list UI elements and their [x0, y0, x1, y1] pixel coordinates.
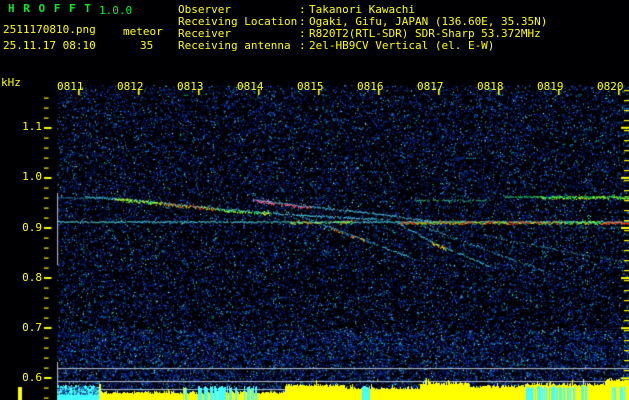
app-version: 1.0.0 [99, 4, 133, 17]
datetime-label: 25.11.17 08:10 [3, 39, 96, 52]
info-label: Receiving antenna [178, 39, 291, 52]
info-value: 2el-HB9CV Vertical (el. E-W) [309, 39, 495, 52]
x-axis-tick-label: 0816 [357, 80, 384, 93]
x-axis-tick-label: 0811 [57, 80, 84, 93]
mode-label: meteor [123, 25, 163, 38]
y-axis-unit-label: kHz [1, 76, 21, 89]
x-axis-tick-label: 0815 [297, 80, 324, 93]
output-filename: 2511170810.png [3, 23, 96, 36]
x-axis-tick-label: 0812 [117, 80, 144, 93]
x-axis-tick-label: 0814 [237, 80, 264, 93]
info-row-antenna: Receiving antenna:2el-HB9CV Vertical (el… [178, 40, 547, 52]
x-axis-tick-label: 0820 [597, 80, 624, 93]
meteor-count: 35 [140, 39, 154, 52]
app-title: H R O F F T [8, 2, 92, 15]
y-axis-tick-label: 0.9 [22, 220, 42, 234]
spectrogram-canvas [0, 0, 629, 400]
y-axis-tick-label: 1.1 [22, 120, 42, 134]
info-colon: : [299, 39, 306, 52]
x-axis-tick-label: 0819 [537, 80, 564, 93]
x-axis-tick-label: 0818 [477, 80, 504, 93]
station-info: Observer: Takanori Kawachi Receiving Loca… [178, 4, 547, 52]
y-axis-tick-label: 1.0 [22, 170, 42, 184]
x-axis-tick-label: 0817 [417, 80, 444, 93]
x-axis-tick-label: 0813 [177, 80, 204, 93]
y-axis-tick-label: 0.8 [22, 270, 42, 284]
y-axis-tick-label: 0.7 [22, 320, 42, 334]
hrofft-output-image: { "app": { "title": "H R O F F T", "vers… [0, 0, 629, 400]
y-axis-tick-label: 0.6 [22, 370, 42, 384]
